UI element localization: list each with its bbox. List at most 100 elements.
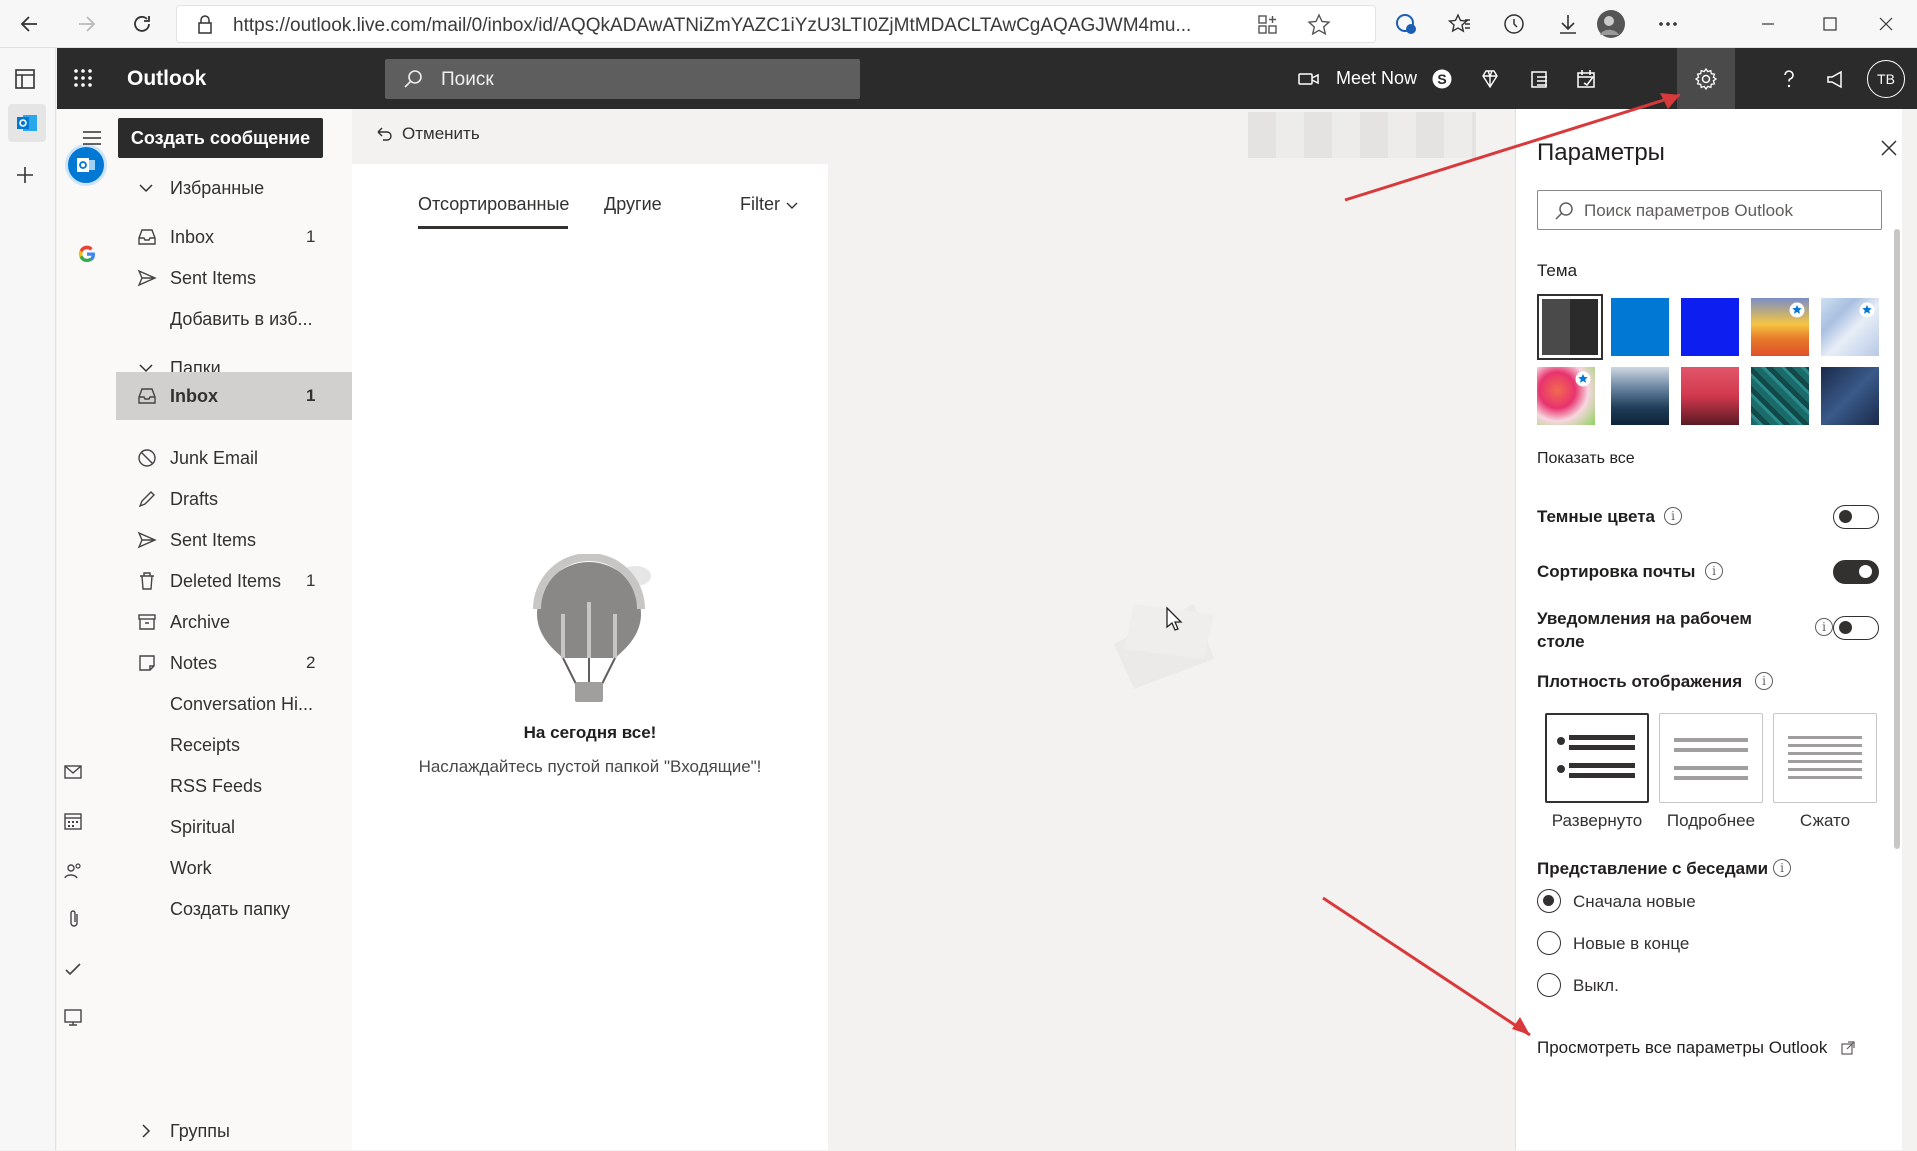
search-icon [403,69,423,89]
feedback-megaphone-icon[interactable] [1819,62,1853,96]
settings-button[interactable] [1677,48,1735,109]
theme-swatch-dark[interactable] [1537,294,1603,360]
folder-label: Sent Items [170,529,257,550]
radio-newest-first[interactable] [1537,889,1561,913]
meet-now-button[interactable]: Meet Now [1336,68,1417,89]
tab-actions-icon[interactable] [14,68,36,90]
history-icon[interactable] [1498,8,1530,40]
chevron-down-icon [138,180,154,196]
pencil-icon [136,488,158,510]
add-tab-icon[interactable] [14,164,36,186]
density-compact-label: Сжато [1799,811,1851,830]
browser-toolbar: https://outlook.live.com/mail/0/inbox/id… [0,0,1917,48]
mail-icon[interactable] [63,762,83,782]
forward-button[interactable] [70,8,102,40]
density-compact-option[interactable] [1773,713,1877,803]
theme-swatch-bright-blue[interactable] [1681,298,1739,356]
info-icon[interactable]: i [1815,618,1833,636]
show-all-themes-link[interactable]: Показать все [1537,450,1635,468]
settings-search-input[interactable]: Поиск параметров Outlook [1537,190,1882,230]
meet-now-icon[interactable] [1292,62,1326,96]
theme-swatch-palms[interactable] [1681,367,1739,425]
favorites-icon[interactable] [1444,8,1476,40]
focused-inbox-toggle[interactable] [1833,560,1879,584]
attachments-icon[interactable] [65,909,83,929]
help-icon[interactable] [1772,62,1806,96]
create-folder-link[interactable]: Создать папку [116,885,352,933]
more-menu-icon[interactable] [1652,8,1684,40]
info-icon[interactable]: i [1705,562,1723,580]
theme-swatch-blue[interactable] [1611,298,1669,356]
info-icon[interactable]: i [1664,507,1682,525]
favorites-header[interactable]: Избранные [116,168,352,208]
maximize-button[interactable] [1814,8,1846,40]
item-count: 2 [306,653,316,672]
gear-icon [1694,67,1718,91]
outlook-app-icon[interactable] [65,144,107,186]
theme-swatch-circuit[interactable] [1751,367,1809,425]
apps-available-icon[interactable] [1257,14,1279,36]
tab-focused[interactable]: Отсортированные [418,194,569,215]
skype-icon[interactable]: S [1425,62,1459,96]
dark-mode-toggle[interactable] [1833,505,1879,529]
folder-inbox[interactable]: Inbox 1 [116,372,352,420]
people-icon[interactable] [63,861,83,881]
theme-swatch-sunset[interactable] [1751,298,1809,356]
profile-avatar-icon[interactable] [1595,8,1627,40]
radio-off-label: Выкл. [1573,976,1619,995]
theme-swatch-ribbons[interactable] [1821,298,1879,356]
back-button[interactable] [14,8,46,40]
theme-swatch-abstract[interactable] [1537,367,1595,425]
office-icon[interactable] [1523,62,1557,96]
chevron-right-icon [138,1123,154,1139]
undo-button[interactable]: Отменить [374,124,480,144]
new-message-button[interactable]: Создать сообщение [118,118,323,158]
settings-title: Параметры [1537,139,1665,166]
info-icon[interactable]: i [1755,672,1773,690]
envelope-illustration [1104,584,1224,694]
info-icon[interactable]: i [1773,859,1791,877]
theme-swatch-navy[interactable] [1821,367,1879,425]
account-avatar[interactable]: TB [1867,60,1905,98]
settings-scrollbar[interactable] [1894,229,1900,849]
add-to-favorites[interactable]: Добавить в изб... [116,295,352,343]
view-all-settings-link[interactable]: Просмотреть все параметры Outlook [1537,1038,1855,1058]
desktop-notifications-toggle[interactable] [1833,616,1879,640]
outlook-tab-icon[interactable] [8,104,46,142]
edge-sidebar [0,48,56,1150]
folder-label: Notes [170,652,218,673]
folder-label: Создать папку [170,898,290,919]
url-text: https://outlook.live.com/mail/0/inbox/id… [233,15,1192,36]
radio-newest-last[interactable] [1537,931,1561,955]
todo-check-icon[interactable] [63,959,83,979]
groups-header[interactable]: Группы [116,1111,352,1151]
add-favorite-icon[interactable] [1307,13,1331,37]
minimize-button[interactable] [1752,8,1784,40]
folder-label: Добавить в изб... [170,308,313,329]
density-full-option[interactable] [1545,713,1649,803]
filter-button[interactable]: Filter [740,194,798,215]
tab-other[interactable]: Другие [604,194,662,215]
settings-search-placeholder: Поиск параметров Outlook [1584,201,1794,220]
hamburger-menu-icon[interactable] [82,130,102,146]
search-input[interactable]: Поиск [385,59,860,99]
density-medium-option[interactable] [1659,713,1763,803]
hot-air-balloon-illustration [517,554,667,704]
desktop-notifications-label: Уведомления на рабочем столе [1537,609,1752,651]
app-title[interactable]: Outlook [127,67,206,91]
downloads-icon[interactable] [1552,8,1584,40]
google-account-icon[interactable] [77,244,97,264]
my-day-icon[interactable] [1569,62,1603,96]
premium-diamond-icon[interactable] [1473,62,1507,96]
search-icon [1554,201,1574,221]
address-bar[interactable]: https://outlook.live.com/mail/0/inbox/id… [176,5,1376,43]
extension-icon[interactable] [1390,8,1422,40]
theme-swatch-ocean[interactable] [1611,367,1669,425]
calendar-icon[interactable] [63,811,83,831]
radio-off[interactable] [1537,973,1561,997]
close-icon[interactable] [1880,139,1898,157]
yammer-icon[interactable] [63,1007,83,1027]
close-window-button[interactable] [1870,8,1902,40]
refresh-button[interactable] [126,8,158,40]
app-launcher-icon[interactable] [73,68,93,88]
